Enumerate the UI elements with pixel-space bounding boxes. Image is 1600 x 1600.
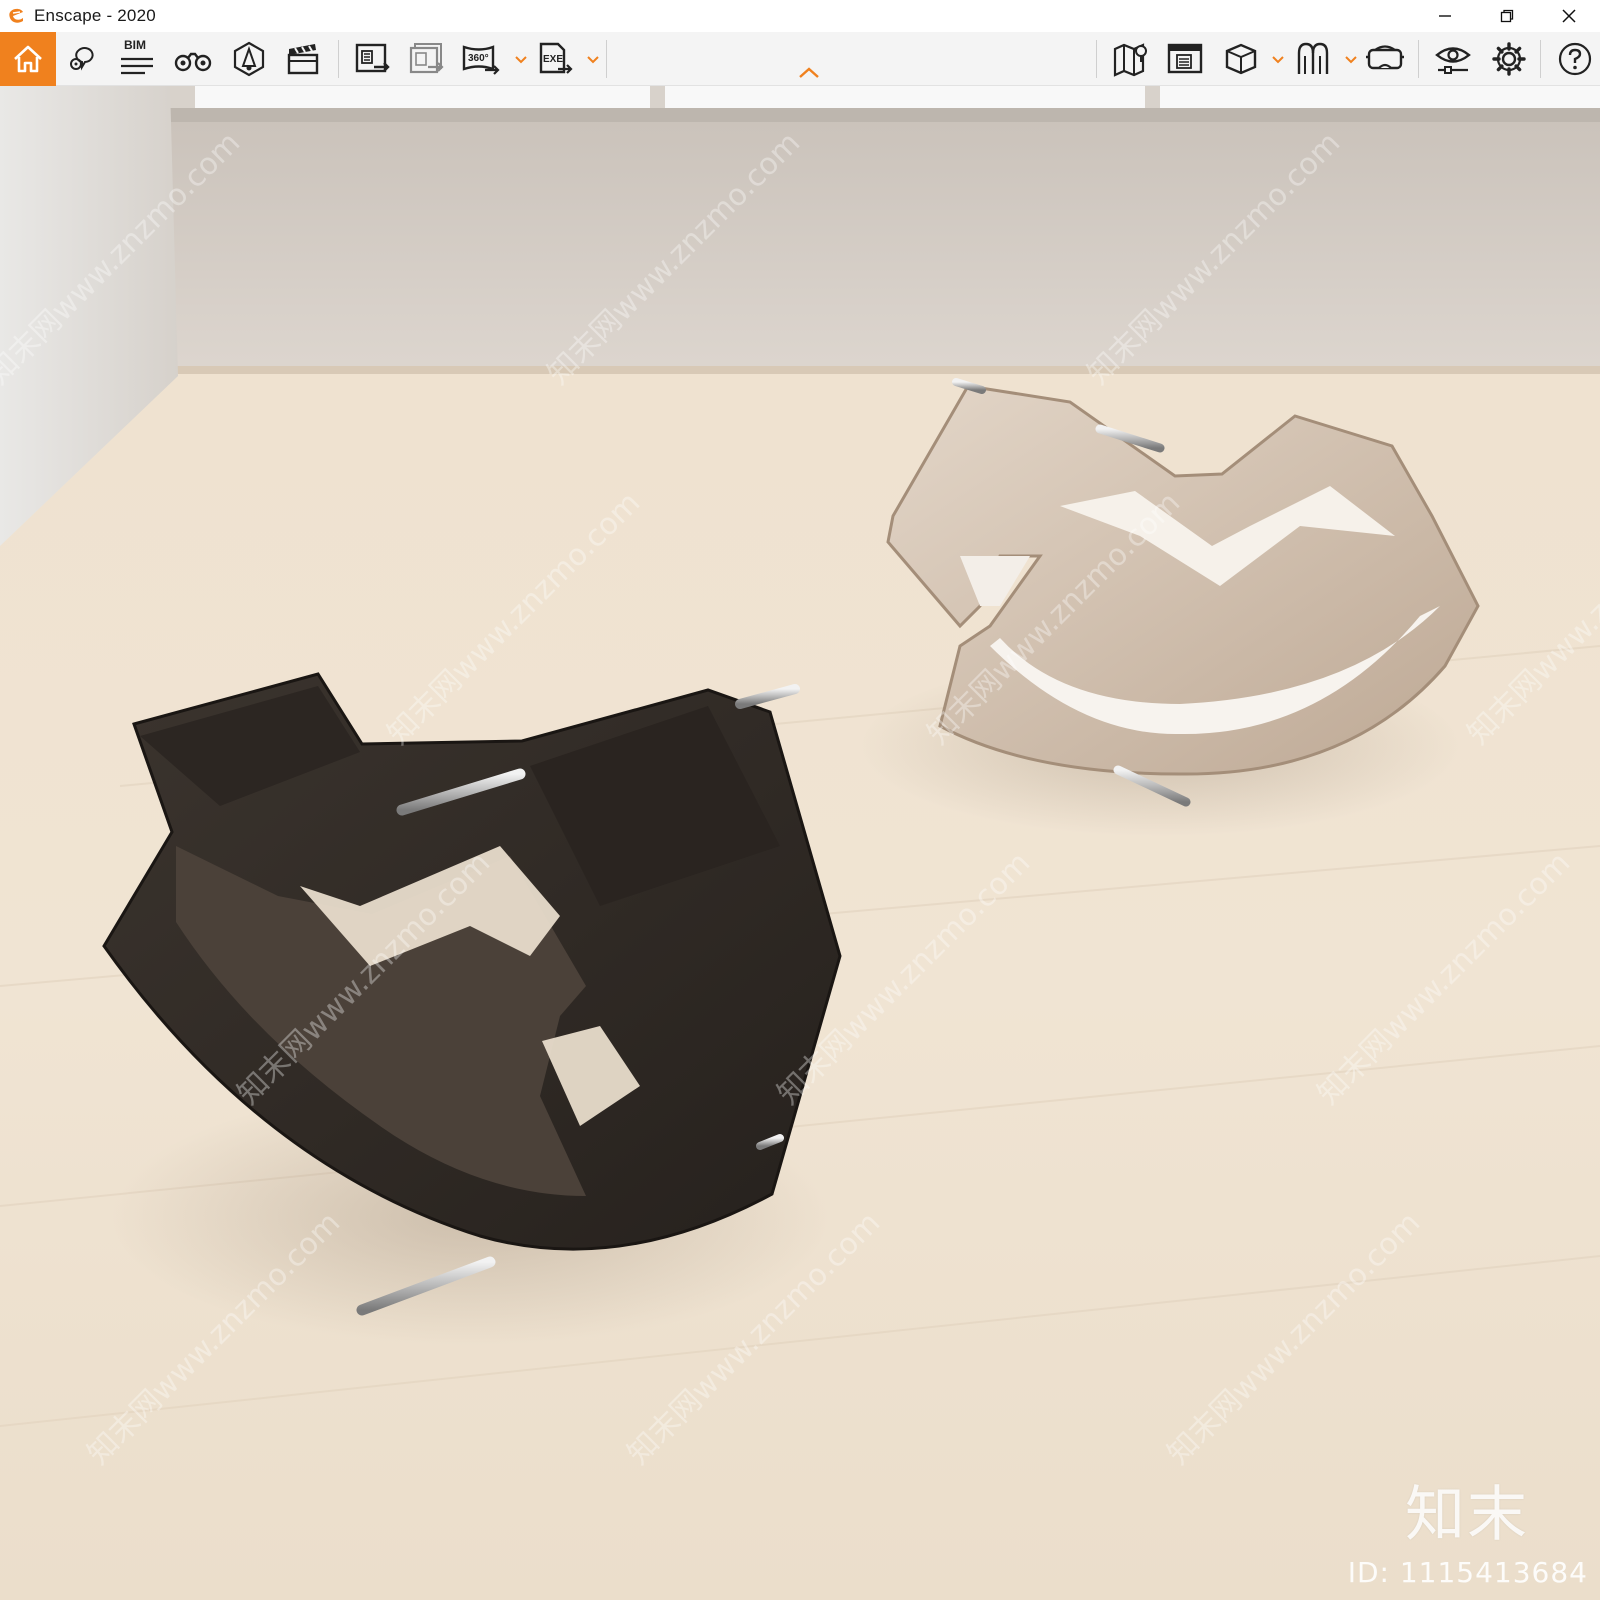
- home-icon: [11, 42, 45, 76]
- panorama-dropdown-chevron-icon[interactable]: [514, 54, 528, 66]
- bim-icon: [119, 54, 155, 78]
- render-image-icon: [354, 41, 392, 77]
- restore-button[interactable]: [1476, 0, 1538, 32]
- archway-icon: [1295, 41, 1331, 77]
- watermark-logo: 知末: [1405, 1480, 1529, 1550]
- asset-library-icon: [230, 40, 268, 78]
- eye-settings-icon: [1434, 41, 1472, 77]
- binoculars-icon: [174, 44, 212, 74]
- panorama-button[interactable]: 360°: [456, 32, 506, 86]
- vr-headset-button[interactable]: [1360, 32, 1410, 86]
- close-button[interactable]: [1538, 0, 1600, 32]
- panorama-360-icon: 360°: [461, 42, 501, 76]
- watermark-id: ID: 1115413684: [1347, 1556, 1588, 1589]
- render-window-button[interactable]: [1160, 32, 1210, 86]
- bim-button[interactable]: BIM: [112, 32, 162, 86]
- map-icon: [1112, 40, 1150, 78]
- minimize-button[interactable]: [1414, 0, 1476, 32]
- export-exe-button[interactable]: EXE: [530, 32, 580, 86]
- render-image-button[interactable]: [348, 32, 398, 86]
- exe-dropdown-chevron-icon[interactable]: [586, 54, 600, 66]
- asset-library-button[interactable]: [224, 32, 274, 86]
- views-button[interactable]: [58, 32, 108, 86]
- vr-headset-icon: [1365, 42, 1405, 76]
- batch-render-button[interactable]: [402, 32, 452, 86]
- settings-button[interactable]: [1484, 32, 1534, 86]
- render-window-icon: [1166, 42, 1204, 76]
- window-controls: [1414, 0, 1600, 32]
- cube-icon: [1223, 41, 1259, 77]
- walk-mode-button[interactable]: [168, 32, 218, 86]
- back-wall: [0, 86, 1600, 376]
- help-icon: [1557, 41, 1593, 77]
- video-editor-button[interactable]: [278, 32, 328, 86]
- atmosphere-button[interactable]: [1288, 32, 1338, 86]
- toolbar-separator: [606, 40, 607, 78]
- clapperboard-icon: [285, 41, 321, 77]
- window-pane: [1160, 86, 1600, 108]
- svg-text:360°: 360°: [468, 53, 489, 64]
- main-toolbar: BIM 360° EXE: [0, 32, 1600, 86]
- svg-text:EXE: EXE: [543, 54, 563, 65]
- location-views-icon: [65, 41, 101, 77]
- help-button[interactable]: [1550, 32, 1600, 86]
- export-exe-icon: EXE: [536, 41, 574, 77]
- collapse-toolbar-button[interactable]: [796, 66, 822, 84]
- visual-settings-button[interactable]: [1428, 32, 1478, 86]
- toolbar-separator: [1540, 40, 1541, 78]
- chevron-up-icon: [798, 66, 820, 84]
- batch-render-icon: [408, 41, 446, 77]
- bim-label: BIM: [124, 38, 146, 52]
- cube-dropdown-chevron-icon[interactable]: [1271, 54, 1285, 66]
- scene-render: 知末网www.znzmo.com 知末网www.znzmo.com 知末网www…: [0, 86, 1600, 1600]
- atmosphere-dropdown-chevron-icon[interactable]: [1344, 54, 1358, 66]
- title-bar: Enscape - 2020: [0, 0, 1600, 32]
- window-pane: [665, 86, 1145, 108]
- map-button[interactable]: [1106, 32, 1156, 86]
- objects-button[interactable]: [1216, 32, 1266, 86]
- enscape-logo-icon: [6, 5, 28, 27]
- toolbar-separator: [1096, 40, 1097, 78]
- toolbar-separator: [338, 40, 339, 78]
- window-title: Enscape - 2020: [34, 6, 156, 25]
- window-pane: [195, 86, 650, 108]
- home-button[interactable]: [0, 32, 56, 86]
- toolbar-separator: [1418, 40, 1419, 78]
- render-viewport[interactable]: 知末网www.znzmo.com 知末网www.znzmo.com 知末网www…: [0, 86, 1600, 1600]
- gear-icon: [1491, 41, 1527, 77]
